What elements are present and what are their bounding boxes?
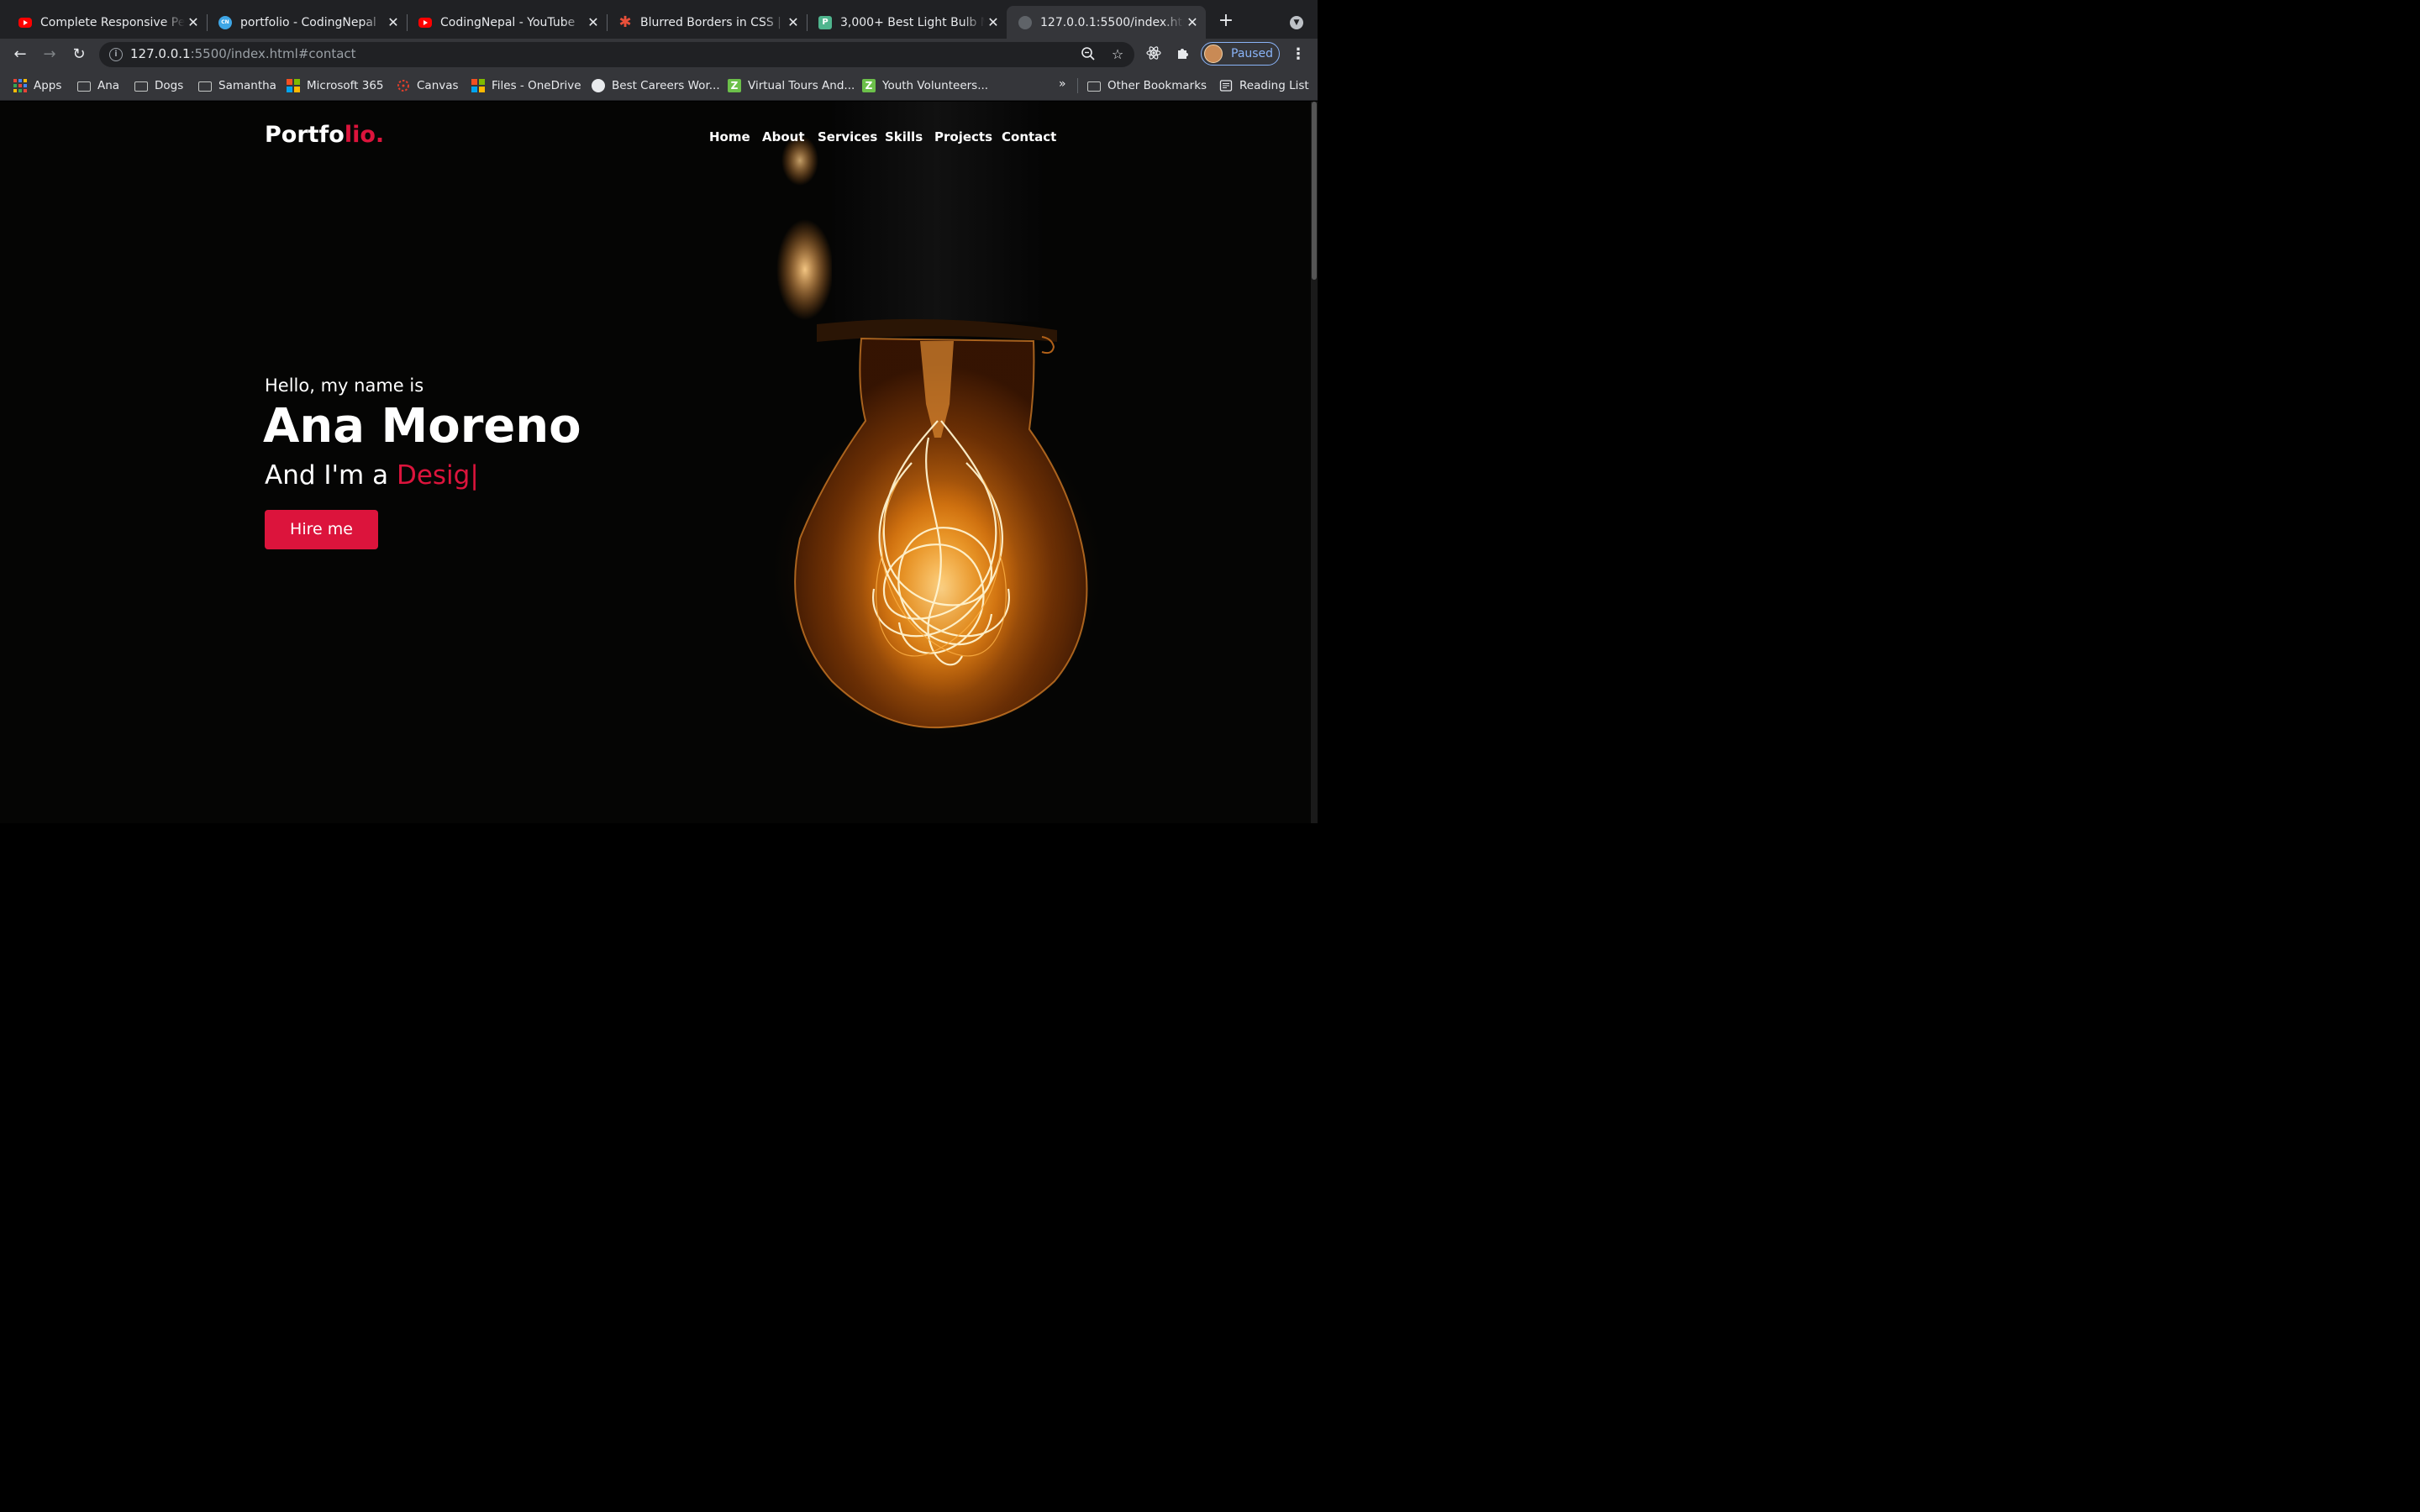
tab-title: Complete Responsive Personal [40, 15, 185, 29]
bookmark-label: Samantha [218, 79, 276, 92]
browser-menu-icon[interactable]: ⋮ [1291, 46, 1306, 63]
browser-tab[interactable]: CodingNepal - YouTube ✕ [400, 6, 608, 39]
page-scrollbar[interactable] [1311, 102, 1318, 823]
folder-icon [198, 81, 212, 92]
url-text[interactable]: 127.0.0.1:5500/index.html#contact [130, 46, 356, 61]
close-tab-icon[interactable]: ✕ [385, 14, 402, 30]
microsoft-icon [287, 79, 300, 92]
tab-title: CodingNepal - YouTube [440, 15, 576, 29]
bookmark-label: Youth Volunteers... [882, 79, 989, 92]
bookmark-microsoft-365[interactable]: Microsoft 365 [287, 77, 384, 94]
z-icon: Z [728, 79, 741, 92]
back-icon[interactable]: ← [11, 45, 29, 64]
tab-bar: Complete Responsive Personal ✕ CN portfo… [0, 0, 1318, 39]
tab-title: 3,000+ Best Light Bulb Mo [840, 15, 985, 29]
bookmark-label: Microsoft 365 [307, 79, 384, 92]
bookmark-label: Other Bookmarks [1107, 79, 1207, 92]
reading-list[interactable]: Reading List [1219, 77, 1309, 94]
folder-icon [1087, 81, 1101, 92]
react-devtools-icon[interactable] [1144, 45, 1163, 64]
hero-name: Ana Moreno [263, 399, 581, 454]
bookmark-onedrive[interactable]: Files - OneDrive [471, 77, 581, 94]
profile-status: Paused [1231, 47, 1274, 60]
hero-greeting: Hello, my name is [265, 375, 424, 396]
hire-me-button[interactable]: Hire me [265, 510, 378, 549]
site-info-icon[interactable]: i [109, 48, 123, 61]
light-bulb-image [776, 102, 1088, 729]
tab-title: 127.0.0.1:5500/index.html# [1040, 15, 1184, 29]
browser-tab[interactable]: P 3,000+ Best Light Bulb Mo ✕ [800, 6, 1007, 39]
browser-toolbar: ← → ↻ i 127.0.0.1:5500/index.html#contac… [0, 39, 1318, 71]
bookmarks-overflow-icon[interactable]: » [1059, 77, 1066, 91]
bookmark-star-icon[interactable]: ☆ [1109, 46, 1126, 63]
bookmark-canvas[interactable]: Canvas [397, 77, 459, 94]
close-tab-icon[interactable]: ✕ [985, 14, 1002, 30]
apps-grid-icon [13, 79, 27, 92]
reload-icon[interactable]: ↻ [70, 45, 88, 64]
page-viewport: Portfolio. Home About Services Skills Pr… [0, 102, 1318, 823]
profile-button[interactable]: Paused [1201, 42, 1280, 66]
bookmark-youth-volunteers[interactable]: Z Youth Volunteers... [862, 77, 988, 94]
zoom-icon[interactable] [1080, 46, 1097, 63]
nav-link-skills[interactable]: Skills [885, 129, 923, 144]
close-tab-icon[interactable]: ✕ [785, 14, 802, 30]
browser-tab[interactable]: CN portfolio - CodingNepal ✕ [200, 6, 408, 39]
bookmark-virtual-tours[interactable]: Z Virtual Tours And... [728, 77, 855, 94]
browser-tab[interactable]: ✱ Blurred Borders in CSS | CSS ✕ [600, 6, 808, 39]
avatar [1204, 45, 1223, 63]
tab-search-icon[interactable]: ▼ [1290, 16, 1303, 29]
nav-link-contact[interactable]: Contact [1002, 129, 1056, 144]
bookmark-careers[interactable]: Best Careers Wor... [592, 77, 720, 94]
bookmark-label: Files - OneDrive [492, 79, 581, 92]
hero-role: And I'm a Desig| [265, 460, 479, 491]
folder-icon [134, 81, 148, 92]
reading-list-icon [1219, 79, 1233, 92]
bookmarks-bar: Apps Ana Dogs Samantha Microsoft 365 Can… [0, 71, 1318, 101]
folder-icon [77, 81, 91, 92]
canvas-icon [397, 79, 410, 92]
bookmark-label: Canvas [417, 79, 459, 92]
bookmark-label: Best Careers Wor... [612, 79, 720, 92]
typing-cursor: | [470, 460, 479, 491]
typed-role: Desig [396, 460, 471, 491]
site-logo[interactable]: Portfolio. [265, 122, 384, 148]
browser-tab-active[interactable]: 127.0.0.1:5500/index.html# ✕ [1007, 6, 1206, 39]
bookmark-label: Virtual Tours And... [748, 79, 855, 92]
new-tab-button[interactable]: + [1217, 12, 1235, 30]
asterisk-icon: ✱ [618, 13, 632, 31]
pixabay-icon: P [818, 15, 832, 29]
extensions-icon[interactable] [1174, 45, 1192, 64]
tab-title: portfolio - CodingNepal [240, 15, 376, 29]
globe-icon [1018, 15, 1032, 29]
bookmark-label: Reading List [1239, 79, 1309, 92]
close-tab-icon[interactable]: ✕ [185, 14, 202, 30]
bookmark-folder[interactable]: Dogs [134, 77, 183, 94]
codingnepal-icon: CN [218, 15, 232, 29]
globe-icon [592, 79, 605, 92]
bookmark-apps[interactable]: Apps [13, 77, 61, 94]
close-tab-icon[interactable]: ✕ [1184, 14, 1201, 30]
bookmark-label: Apps [34, 79, 62, 92]
close-tab-icon[interactable]: ✕ [585, 14, 602, 30]
scrollbar-thumb[interactable] [1312, 102, 1317, 280]
address-bar[interactable]: i 127.0.0.1:5500/index.html#contact ☆ [99, 42, 1134, 67]
nav-link-services[interactable]: Services [818, 129, 877, 144]
other-bookmarks[interactable]: Other Bookmarks [1087, 77, 1207, 94]
z-icon: Z [862, 79, 876, 92]
bookmark-label: Dogs [155, 79, 184, 92]
nav-link-projects[interactable]: Projects [934, 129, 992, 144]
forward-icon[interactable]: → [40, 45, 59, 64]
bookmark-folder[interactable]: Ana [77, 77, 119, 94]
nav-link-home[interactable]: Home [709, 129, 750, 144]
bookmark-folder[interactable]: Samantha [198, 77, 276, 94]
browser-tab[interactable]: Complete Responsive Personal ✕ [0, 6, 208, 39]
tab-title: Blurred Borders in CSS | CSS [640, 15, 785, 29]
nav-link-about[interactable]: About [762, 129, 805, 144]
microsoft-icon [471, 79, 485, 92]
bookmark-label: Ana [97, 79, 120, 92]
youtube-icon [418, 17, 432, 28]
youtube-icon [18, 17, 32, 28]
